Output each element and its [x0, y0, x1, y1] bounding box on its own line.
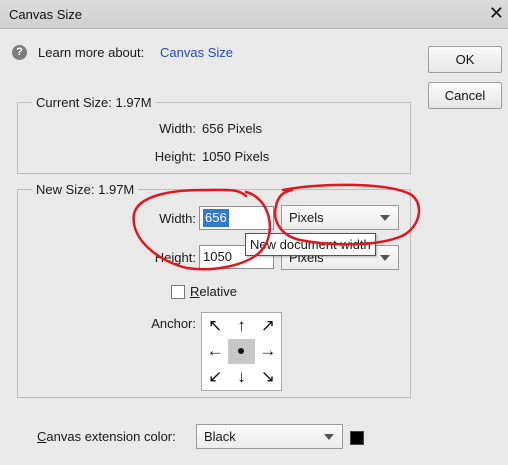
- new-size-legend: New Size: 1.97M: [36, 182, 135, 197]
- extension-label-rest: anvas extension color:: [46, 429, 176, 444]
- chevron-down-icon: [380, 255, 390, 261]
- current-height-value: 1050 Pixels: [202, 149, 270, 164]
- arrow-down-right-icon[interactable]: ↘: [255, 364, 281, 390]
- ok-button[interactable]: OK: [428, 46, 502, 73]
- width-input-value: 656: [203, 209, 229, 227]
- current-width-label: Width:: [159, 121, 196, 136]
- anchor-label: Anchor:: [151, 316, 196, 331]
- chevron-down-icon: [380, 215, 390, 221]
- extension-color-swatch[interactable]: [350, 431, 364, 445]
- current-height-label: Height:: [154, 149, 196, 164]
- arrow-up-icon[interactable]: ↑: [228, 313, 254, 339]
- arrow-down-left-icon[interactable]: ↙: [202, 364, 228, 390]
- extension-color-value: Black: [204, 429, 236, 444]
- anchor-center-dot[interactable]: [228, 338, 255, 365]
- height-input-value: 1050: [203, 249, 232, 264]
- anchor-dot-icon: [238, 348, 245, 355]
- relative-label-rest: elative: [199, 284, 237, 299]
- current-size-legend: Current Size: 1.97M: [36, 95, 152, 110]
- close-icon[interactable]: ✕: [489, 3, 504, 23]
- chevron-down-icon: [324, 434, 334, 440]
- width-input[interactable]: 656: [199, 206, 274, 230]
- extension-color-select[interactable]: Black: [196, 424, 343, 449]
- width-tooltip: New document width: [245, 233, 376, 256]
- arrow-right-icon[interactable]: →: [255, 339, 281, 365]
- width-unit-value: Pixels: [289, 210, 324, 225]
- help-icon: ?: [12, 45, 27, 60]
- new-height-label: Height:: [154, 250, 196, 265]
- relative-mnemonic: R: [190, 284, 200, 299]
- arrow-up-left-icon[interactable]: ↖: [202, 313, 228, 339]
- new-width-label: Width:: [159, 211, 196, 226]
- relative-label[interactable]: Relative: [190, 284, 237, 299]
- arrow-left-icon[interactable]: ←: [202, 339, 228, 365]
- cancel-button[interactable]: Cancel: [428, 82, 502, 109]
- window-title: Canvas Size: [9, 7, 82, 22]
- help-link-canvas-size[interactable]: Canvas Size: [160, 45, 233, 60]
- extension-color-label: Canvas extension color:: [37, 429, 176, 444]
- extension-mnemonic: C: [37, 429, 47, 444]
- anchor-grid: ↖ ↑ ↗ ← → ↙ ↓ ↘: [201, 312, 282, 391]
- current-width-value: 656 Pixels: [202, 121, 262, 136]
- width-unit-select[interactable]: Pixels: [281, 205, 399, 230]
- relative-checkbox[interactable]: [171, 285, 185, 299]
- arrow-down-icon[interactable]: ↓: [228, 364, 254, 390]
- arrow-up-right-icon[interactable]: ↗: [255, 313, 281, 339]
- help-label: Learn more about:: [38, 45, 145, 60]
- title-bar: Canvas Size ✕: [0, 0, 508, 29]
